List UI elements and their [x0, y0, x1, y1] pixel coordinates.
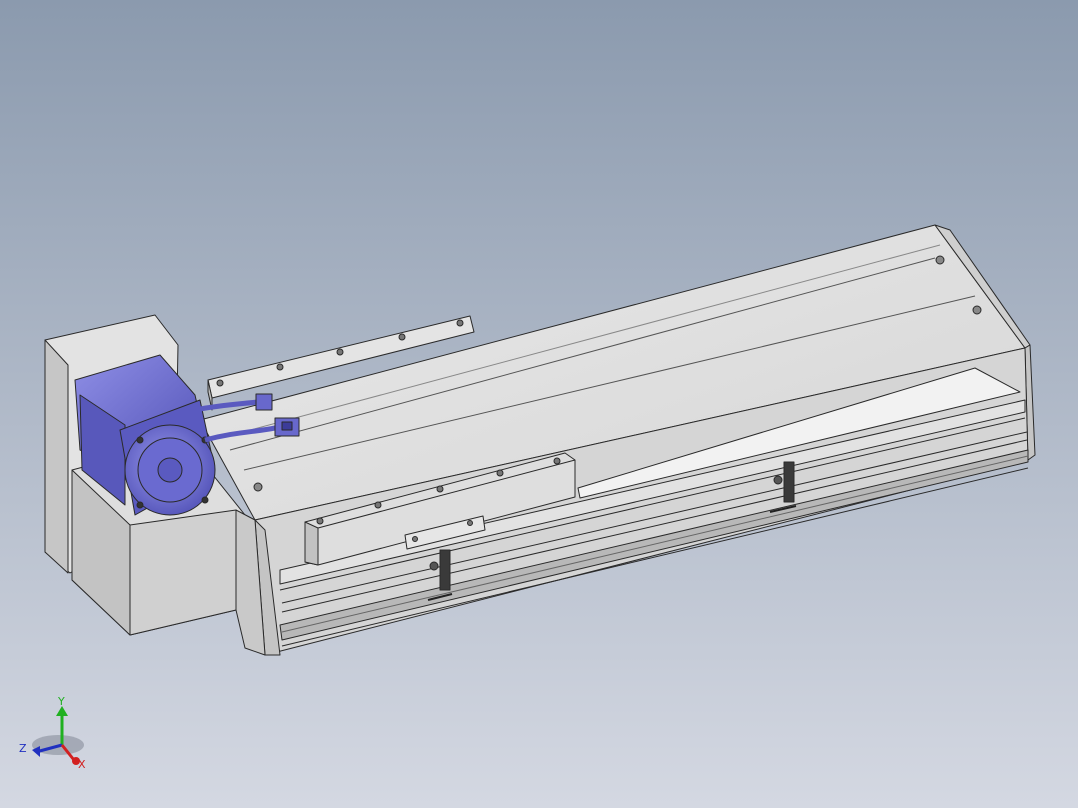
z-axis-label: Z [19, 742, 27, 755]
y-axis-label: Y [57, 695, 65, 708]
model-canvas[interactable]: Y Z X [0, 0, 1078, 808]
connector-2[interactable] [274, 417, 300, 437]
connector-1[interactable] [255, 393, 273, 411]
x-axis-label: X [78, 758, 86, 771]
graphics-viewport[interactable]: Y Z X [0, 0, 1078, 808]
